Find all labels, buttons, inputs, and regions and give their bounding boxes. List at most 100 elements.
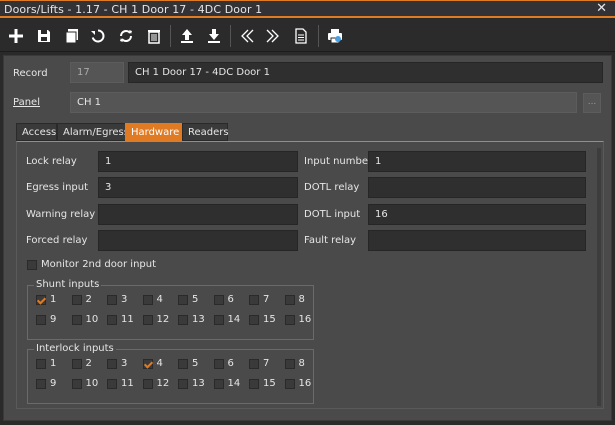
- shunt-input-1-label: 1: [50, 294, 57, 305]
- interlock-input-3-label: 3: [121, 358, 128, 369]
- shunt-input-14-checkbox[interactable]: [213, 315, 224, 325]
- add-icon[interactable]: [6, 26, 26, 46]
- interlock-input-3-checkbox[interactable]: [107, 359, 117, 369]
- dotl-relay-field[interactable]: [368, 177, 586, 198]
- forced-relay-label: Forced relay: [26, 235, 88, 246]
- egress-input-field[interactable]: 3: [98, 177, 298, 198]
- lock-relay-field[interactable]: 1: [98, 151, 298, 172]
- interlock-input-16-checkbox[interactable]: [284, 379, 295, 389]
- shunt-input-6-checkbox[interactable]: [213, 295, 224, 305]
- refresh-icon[interactable]: [116, 26, 136, 46]
- shunt-input-12-checkbox[interactable]: [142, 315, 153, 325]
- upload-icon[interactable]: [177, 26, 197, 46]
- next-icon[interactable]: [263, 26, 283, 46]
- toolbar-separator: [230, 25, 231, 47]
- tab-alarm-egress[interactable]: Alarm/Egress: [57, 123, 129, 141]
- interlock-input-8-label: 8: [298, 358, 305, 369]
- shunt-input-2-label: 2: [85, 294, 92, 305]
- monitor-2nd-door-checkbox[interactable]: [27, 260, 37, 270]
- interlock-input-2-checkbox[interactable]: [71, 359, 82, 369]
- download-icon[interactable]: [204, 26, 224, 46]
- dotl-relay-label: DOTL relay: [304, 182, 360, 193]
- interlock-inputs-group: Interlock inputs 1 2 3 4 5 6 7 8 9 10 11 12 13 14 15 16: [27, 343, 314, 404]
- interlock-input-6-checkbox[interactable]: [213, 359, 224, 369]
- interlock-input-11-checkbox[interactable]: [107, 379, 117, 389]
- shunt-input-16-checkbox[interactable]: [284, 315, 295, 325]
- interlock-input-9-checkbox[interactable]: [36, 379, 46, 389]
- panel-link[interactable]: Panel: [13, 97, 40, 108]
- shunt-inputs-group: Shunt inputs 1 2 3 4 5 6 7 8 9 10 11 12 13 14 15 16: [27, 279, 314, 340]
- print-icon[interactable]: [325, 26, 345, 46]
- interlock-input-4-label: 4: [156, 358, 163, 369]
- interlock-input-11-label: 11: [121, 378, 134, 389]
- interlock-input-13-checkbox[interactable]: [178, 379, 188, 389]
- shunt-input-5-label: 5: [192, 294, 199, 305]
- tab-hardware[interactable]: Hardware: [125, 123, 182, 141]
- close-icon[interactable]: ✕: [596, 1, 607, 16]
- interlock-input-4-checkbox[interactable]: [142, 359, 153, 369]
- panel-browse-button[interactable]: ...: [583, 93, 601, 113]
- interlock-input-8-checkbox[interactable]: [284, 359, 295, 369]
- panel-field: CH 1: [70, 92, 577, 113]
- shunt-input-9-label: 9: [50, 314, 57, 325]
- interlock-input-1-label: 1: [50, 358, 57, 369]
- shunt-input-4-checkbox[interactable]: [142, 295, 153, 305]
- interlock-input-9-label: 9: [50, 378, 57, 389]
- record-label: Record: [13, 68, 48, 79]
- toolbar-separator: [170, 25, 171, 47]
- shunt-input-10-label: 10: [85, 314, 99, 325]
- shunt-input-7-checkbox[interactable]: [249, 295, 259, 305]
- previous-icon[interactable]: [237, 26, 257, 46]
- undo-icon[interactable]: [88, 26, 108, 46]
- input-number-field[interactable]: 1: [368, 151, 586, 172]
- interlock-input-10-label: 10: [85, 378, 99, 389]
- input-number-label: Input number: [304, 156, 373, 167]
- interlock-input-14-label: 14: [227, 378, 241, 389]
- shunt-input-16-label: 16: [298, 314, 312, 325]
- save-icon[interactable]: [34, 26, 54, 46]
- shunt-input-2-checkbox[interactable]: [71, 295, 82, 305]
- interlock-input-10-checkbox[interactable]: [71, 379, 82, 389]
- interlock-input-7-checkbox[interactable]: [249, 359, 259, 369]
- hardware-panel: Lock relay 1 Egress input 3 Warning rela…: [16, 141, 604, 409]
- shunt-input-4-label: 4: [156, 294, 163, 305]
- tab-readers[interactable]: Readers: [182, 123, 229, 141]
- shunt-input-8-checkbox[interactable]: [284, 295, 295, 305]
- tab-access[interactable]: Access: [16, 123, 57, 141]
- interlock-input-1-checkbox[interactable]: [36, 359, 46, 369]
- shunt-input-1-checkbox[interactable]: [36, 295, 46, 305]
- interlock-input-6-label: 6: [227, 358, 234, 369]
- interlock-input-13-label: 13: [192, 378, 205, 389]
- fault-relay-field[interactable]: [368, 230, 586, 251]
- shunt-input-15-checkbox[interactable]: [249, 315, 259, 325]
- dotl-input-field[interactable]: 16: [368, 204, 586, 225]
- interlock-input-12-checkbox[interactable]: [142, 379, 153, 389]
- shunt-input-3-checkbox[interactable]: [107, 295, 117, 305]
- forced-relay-field[interactable]: [98, 230, 298, 251]
- interlock-input-5-checkbox[interactable]: [178, 359, 188, 369]
- copy-icon[interactable]: [62, 26, 82, 46]
- shunt-input-13-label: 13: [192, 314, 205, 325]
- interlock-input-15-checkbox[interactable]: [249, 379, 259, 389]
- warning-relay-label: Warning relay: [26, 209, 96, 220]
- warning-relay-field[interactable]: [98, 204, 298, 225]
- scrollbar[interactable]: [597, 148, 601, 406]
- dotl-input-label: DOTL input: [304, 209, 361, 220]
- interlock-input-15-label: 15: [263, 378, 276, 389]
- record-name-field[interactable]: CH 1 Door 17 - 4DC Door 1: [128, 62, 603, 83]
- delete-icon[interactable]: [144, 26, 164, 46]
- shunt-input-6-label: 6: [227, 294, 234, 305]
- shunt-input-10-checkbox[interactable]: [71, 315, 82, 325]
- record-id-field: 17: [70, 62, 124, 83]
- shunt-input-13-checkbox[interactable]: [178, 315, 188, 325]
- toolbar-separator: [318, 25, 319, 47]
- report-icon[interactable]: [291, 26, 311, 46]
- shunt-input-5-checkbox[interactable]: [178, 295, 188, 305]
- shunt-input-14-label: 14: [227, 314, 241, 325]
- shunt-input-3-label: 3: [121, 294, 128, 305]
- interlock-input-14-checkbox[interactable]: [213, 379, 224, 389]
- shunt-input-8-label: 8: [298, 294, 305, 305]
- shunt-input-9-checkbox[interactable]: [36, 315, 46, 325]
- interlock-input-5-label: 5: [192, 358, 199, 369]
- shunt-input-11-checkbox[interactable]: [107, 315, 117, 325]
